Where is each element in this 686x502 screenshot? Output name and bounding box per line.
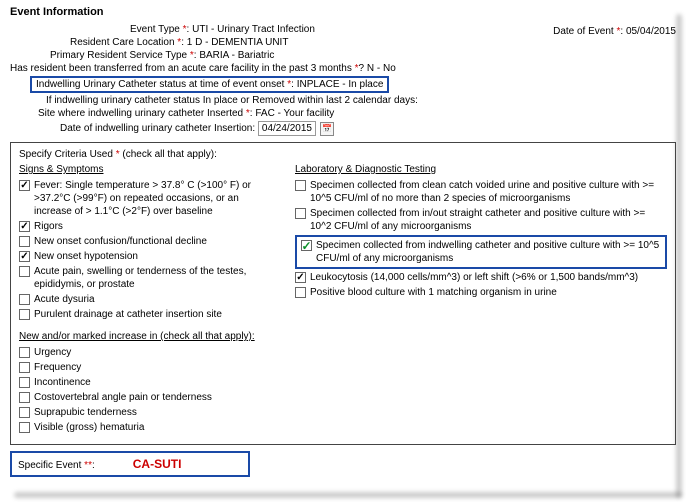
newinc-item-row: Urgency: [19, 346, 279, 359]
signs-item-label: Acute pain, swelling or tenderness of th…: [34, 265, 279, 291]
newinc-item-checkbox[interactable]: [19, 392, 30, 403]
specific-event-row: Specific Event **: CA-SUTI: [10, 451, 250, 477]
newinc-item-checkbox[interactable]: [19, 347, 30, 358]
signs-item-row: Purulent drainage at catheter insertion …: [19, 308, 279, 321]
signs-item-checkbox[interactable]: [19, 266, 30, 277]
signs-heading: Signs & Symptoms: [19, 164, 279, 175]
signs-item-row: Acute dysuria: [19, 293, 279, 306]
lab-item-row: Positive blood culture with 1 matching o…: [295, 286, 667, 299]
field-removed-note: If indwelling urinary catheter status In…: [10, 95, 516, 106]
criteria-panel: Specify Criteria Used * (check all that …: [10, 142, 676, 445]
lab-item-checkbox[interactable]: [301, 240, 312, 251]
catheter-date-input[interactable]: 04/24/2015: [258, 121, 316, 136]
lab-item-checkbox[interactable]: [295, 180, 306, 191]
specific-event-label: Specific Event: [18, 460, 81, 471]
signs-item-row: New onset confusion/functional decline: [19, 235, 279, 248]
newinc-item-label: Visible (gross) hematuria: [34, 421, 279, 434]
newinc-item-checkbox[interactable]: [19, 407, 30, 418]
newinc-item-row: Costovertebral angle pain or tenderness: [19, 391, 279, 404]
signs-item-checkbox[interactable]: [19, 236, 30, 247]
field-catheter-date: Date of indwelling urinary catheter Inse…: [10, 121, 516, 136]
signs-item-label: Rigors: [34, 220, 279, 233]
signs-item-checkbox[interactable]: [19, 294, 30, 305]
lab-item-row: Leukocytosis (14,000 cells/mm^3) or left…: [295, 271, 667, 284]
newinc-item-row: Visible (gross) hematuria: [19, 421, 279, 434]
signs-item-checkbox[interactable]: [19, 221, 30, 232]
field-event-type: Event Type *: UTI - Urinary Tract Infect…: [10, 24, 516, 35]
signs-item-label: New onset confusion/functional decline: [34, 235, 279, 248]
lab-item-checkbox[interactable]: [295, 287, 306, 298]
newinc-item-label: Costovertebral angle pain or tenderness: [34, 391, 279, 404]
signs-item-row: Rigors: [19, 220, 279, 233]
signs-item-label: Acute dysuria: [34, 293, 279, 306]
signs-item-checkbox[interactable]: [19, 309, 30, 320]
newinc-item-label: Incontinence: [34, 376, 279, 389]
signs-item-row: Fever: Single temperature > 37.8° C (>10…: [19, 179, 279, 218]
field-service-type: Primary Resident Service Type *: BARIA -…: [10, 50, 516, 61]
criteria-title: Specify Criteria Used * (check all that …: [19, 149, 667, 160]
field-date-of-event: Date of Event *: 05/04/2015: [516, 26, 676, 37]
newinc-item-label: Urgency: [34, 346, 279, 359]
signs-item-checkbox[interactable]: [19, 251, 30, 262]
lab-item-row: Specimen collected from indwelling cathe…: [295, 235, 667, 269]
newinc-item-label: Suprapubic tenderness: [34, 406, 279, 419]
lab-item-label: Specimen collected from indwelling cathe…: [316, 239, 661, 265]
lab-item-label: Specimen collected from clean catch void…: [310, 179, 667, 205]
signs-item-label: Fever: Single temperature > 37.8° C (>10…: [34, 179, 279, 218]
field-catheter-status: Indwelling Urinary Catheter status at ti…: [10, 76, 516, 93]
newinc-item-row: Suprapubic tenderness: [19, 406, 279, 419]
newinc-item-row: Frequency: [19, 361, 279, 374]
field-transfer: Has resident been transferred from an ac…: [10, 63, 516, 74]
lab-item-checkbox[interactable]: [295, 272, 306, 283]
lab-item-checkbox[interactable]: [295, 208, 306, 219]
lab-item-label: Specimen collected from in/out straight …: [310, 207, 667, 233]
newinc-item-checkbox[interactable]: [19, 362, 30, 373]
lab-item-row: Specimen collected from in/out straight …: [295, 207, 667, 233]
field-catheter-site: Site where indwelling urinary catheter I…: [10, 108, 516, 119]
newinc-item-label: Frequency: [34, 361, 279, 374]
specific-event-value: CA-SUTI: [103, 457, 182, 471]
signs-item-row: Acute pain, swelling or tenderness of th…: [19, 265, 279, 291]
signs-item-row: New onset hypotension: [19, 250, 279, 263]
newinc-item-checkbox[interactable]: [19, 422, 30, 433]
lab-heading: Laboratory & Diagnostic Testing: [295, 164, 667, 175]
signs-item-label: New onset hypotension: [34, 250, 279, 263]
signs-item-label: Purulent drainage at catheter insertion …: [34, 308, 279, 321]
calendar-icon[interactable]: 📅: [320, 122, 334, 136]
lab-item-label: Leukocytosis (14,000 cells/mm^3) or left…: [310, 271, 667, 284]
field-care-location: Resident Care Location *: 1 D - DEMENTIA…: [10, 37, 516, 48]
lab-item-label: Positive blood culture with 1 matching o…: [310, 286, 667, 299]
newinc-item-row: Incontinence: [19, 376, 279, 389]
lab-item-row: Specimen collected from clean catch void…: [295, 179, 667, 205]
newinc-item-checkbox[interactable]: [19, 377, 30, 388]
new-increase-heading: New and/or marked increase in (check all…: [19, 331, 279, 342]
page-title: Event Information: [10, 6, 676, 18]
signs-item-checkbox[interactable]: [19, 180, 30, 191]
